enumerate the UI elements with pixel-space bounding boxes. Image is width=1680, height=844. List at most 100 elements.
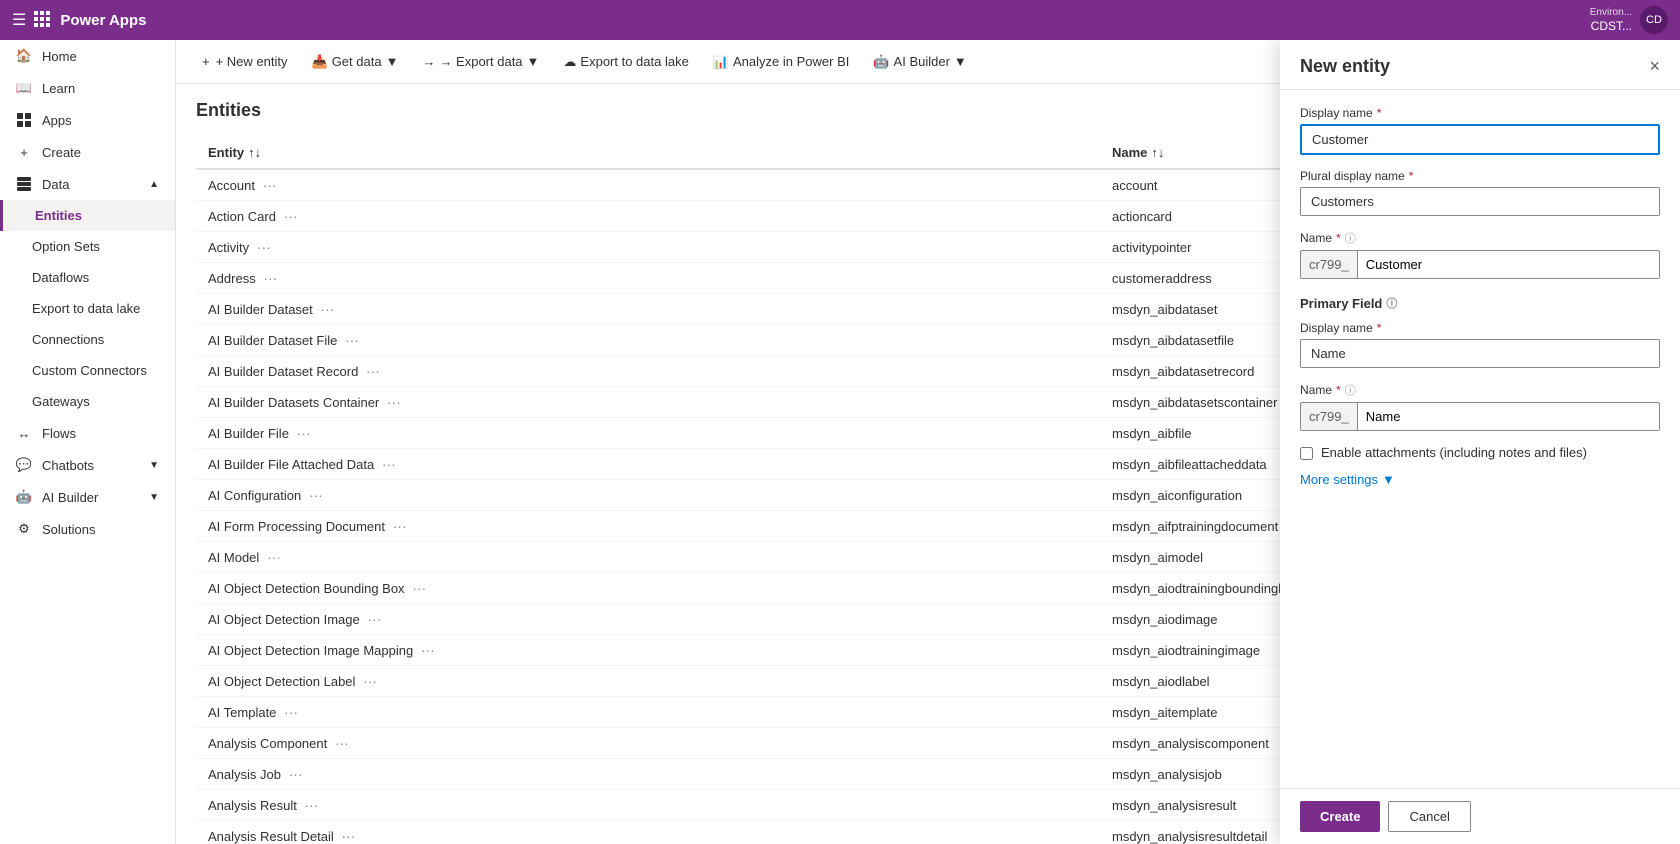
row-options-button[interactable]: ··· — [259, 177, 281, 193]
entity-name: Analysis Job — [208, 767, 281, 782]
sidebar-item-connections[interactable]: Connections — [0, 324, 175, 355]
sidebar-item-chatbots[interactable]: 💬 Chatbots ▼ — [0, 449, 175, 481]
sidebar-item-custom-connectors[interactable]: Custom Connectors — [0, 355, 175, 386]
sidebar-item-label: Chatbots — [42, 458, 94, 473]
primary-display-name-input[interactable] — [1300, 339, 1660, 368]
entity-name: AI Model — [208, 550, 259, 565]
analyze-bi-button[interactable]: 📊 Analyze in Power BI — [703, 50, 860, 74]
cancel-button[interactable]: Cancel — [1388, 801, 1470, 832]
display-name-input[interactable] — [1300, 124, 1660, 155]
primary-name-info-icon[interactable]: ⓘ — [1345, 382, 1356, 398]
row-options-button[interactable]: ··· — [341, 332, 363, 348]
sidebar-item-home[interactable]: 🏠 Home — [0, 40, 175, 72]
sidebar-item-label: Connections — [32, 332, 104, 347]
chevron-down-icon: ▼ — [1382, 472, 1395, 487]
row-options-button[interactable]: ··· — [280, 704, 302, 720]
export-lake-button[interactable]: ☁ Export to data lake — [553, 50, 698, 74]
entity-name: AI Form Processing Document — [208, 519, 385, 534]
content-area: + + New entity 📥 Get data ▼ → → Export d… — [176, 40, 1680, 844]
entity-name: AI Builder Dataset Record — [208, 364, 358, 379]
name-info-icon[interactable]: ⓘ — [1345, 230, 1356, 246]
col-entity[interactable]: Entity ↑↓ — [196, 137, 1100, 169]
sidebar-item-ai-builder[interactable]: 🤖 AI Builder ▼ — [0, 481, 175, 513]
panel-close-button[interactable]: × — [1649, 56, 1660, 77]
get-data-button[interactable]: 📥 Get data ▼ — [302, 50, 409, 74]
primary-display-name-label: Display name * — [1300, 321, 1660, 335]
row-options-button[interactable]: ··· — [389, 518, 411, 534]
sidebar-item-apps[interactable]: Apps — [0, 104, 175, 136]
row-options-button[interactable]: ··· — [253, 239, 275, 255]
row-options-button[interactable]: ··· — [408, 580, 430, 596]
row-options-button[interactable]: ··· — [383, 394, 405, 410]
sidebar-item-learn[interactable]: 📖 Learn — [0, 72, 175, 104]
grid-icon[interactable] — [34, 11, 50, 30]
sidebar-item-label: Option Sets — [32, 239, 100, 254]
display-name-group: Display name * — [1300, 106, 1660, 155]
row-options-button[interactable]: ··· — [378, 456, 400, 472]
bi-icon: 📊 — [713, 54, 729, 70]
sidebar-item-solutions[interactable]: ⚙ Solutions — [0, 513, 175, 545]
row-options-button[interactable]: ··· — [280, 208, 302, 224]
lake-icon: ☁ — [563, 54, 576, 70]
row-options-button[interactable]: ··· — [331, 735, 353, 751]
hamburger-menu[interactable]: ☰ — [12, 10, 26, 30]
plural-display-name-input[interactable] — [1300, 187, 1660, 216]
name-input-group: cr799_ — [1300, 250, 1660, 279]
row-options-button[interactable]: ··· — [259, 270, 281, 286]
expand-icon: ▼ — [149, 460, 159, 471]
chatbots-icon: 💬 — [16, 457, 32, 473]
display-name-label: Display name * — [1300, 106, 1660, 120]
sort-icon: ↑↓ — [1151, 145, 1164, 160]
row-options-button[interactable]: ··· — [293, 425, 315, 441]
sidebar-item-export-lake[interactable]: Export to data lake — [0, 293, 175, 324]
entity-name: AI Configuration — [208, 488, 301, 503]
row-options-button[interactable]: ··· — [316, 301, 338, 317]
primary-name-input[interactable] — [1358, 403, 1659, 430]
entity-name: AI Builder Datasets Container — [208, 395, 379, 410]
expand-icon: ▼ — [149, 492, 159, 503]
primary-name-label: Name * ⓘ — [1300, 382, 1660, 398]
sidebar-item-dataflows[interactable]: Dataflows — [0, 262, 175, 293]
row-options-button[interactable]: ··· — [363, 611, 385, 627]
topbar: ☰ Power Apps Environ... CDST... CD — [0, 0, 1680, 40]
env-name: CDST... — [1590, 19, 1632, 33]
more-settings-toggle[interactable]: More settings ▼ — [1300, 472, 1660, 487]
data-icon — [16, 176, 32, 192]
row-options-button[interactable]: ··· — [359, 673, 381, 689]
entity-name: AI Object Detection Image Mapping — [208, 643, 413, 658]
attachments-checkbox[interactable] — [1300, 447, 1313, 460]
row-options-button[interactable]: ··· — [263, 549, 285, 565]
sidebar-item-gateways[interactable]: Gateways — [0, 386, 175, 417]
name-input[interactable] — [1358, 251, 1659, 278]
row-options-button[interactable]: ··· — [362, 363, 384, 379]
new-entity-panel: New entity × Display name * Plural displ… — [1280, 40, 1680, 844]
sidebar-item-data[interactable]: Data ▲ — [0, 168, 175, 200]
sidebar-item-label: Dataflows — [32, 270, 89, 285]
ai-builder-button[interactable]: 🤖 AI Builder ▼ — [863, 50, 976, 74]
expand-icon: ▲ — [149, 179, 159, 190]
panel-footer: Create Cancel — [1280, 788, 1680, 844]
entity-name: Address — [208, 271, 256, 286]
sidebar-item-flows[interactable]: ↔ Flows — [0, 417, 175, 449]
avatar[interactable]: CD — [1640, 6, 1668, 34]
row-options-button[interactable]: ··· — [285, 766, 307, 782]
entity-name: Activity — [208, 240, 249, 255]
name-group: Name * ⓘ cr799_ — [1300, 230, 1660, 279]
row-options-button[interactable]: ··· — [301, 797, 323, 813]
sidebar-item-label: Custom Connectors — [32, 363, 147, 378]
row-options-button[interactable]: ··· — [417, 642, 439, 658]
row-options-button[interactable]: ··· — [305, 487, 327, 503]
sidebar-item-label: Home — [42, 49, 77, 64]
row-options-button[interactable]: ··· — [337, 828, 359, 844]
primary-field-info-icon[interactable]: ⓘ — [1386, 295, 1397, 311]
sidebar-item-entities[interactable]: Entities — [0, 200, 175, 231]
sidebar-item-label: Solutions — [42, 522, 95, 537]
entity-name: Action Card — [208, 209, 276, 224]
create-button[interactable]: Create — [1300, 801, 1380, 832]
sidebar-item-option-sets[interactable]: Option Sets — [0, 231, 175, 262]
entity-name: AI Builder File — [208, 426, 289, 441]
sidebar-item-create[interactable]: + Create — [0, 136, 175, 168]
flows-icon: ↔ — [16, 425, 32, 441]
new-entity-button[interactable]: + + New entity — [192, 50, 298, 73]
export-data-button[interactable]: → → Export data ▼ — [412, 50, 549, 73]
